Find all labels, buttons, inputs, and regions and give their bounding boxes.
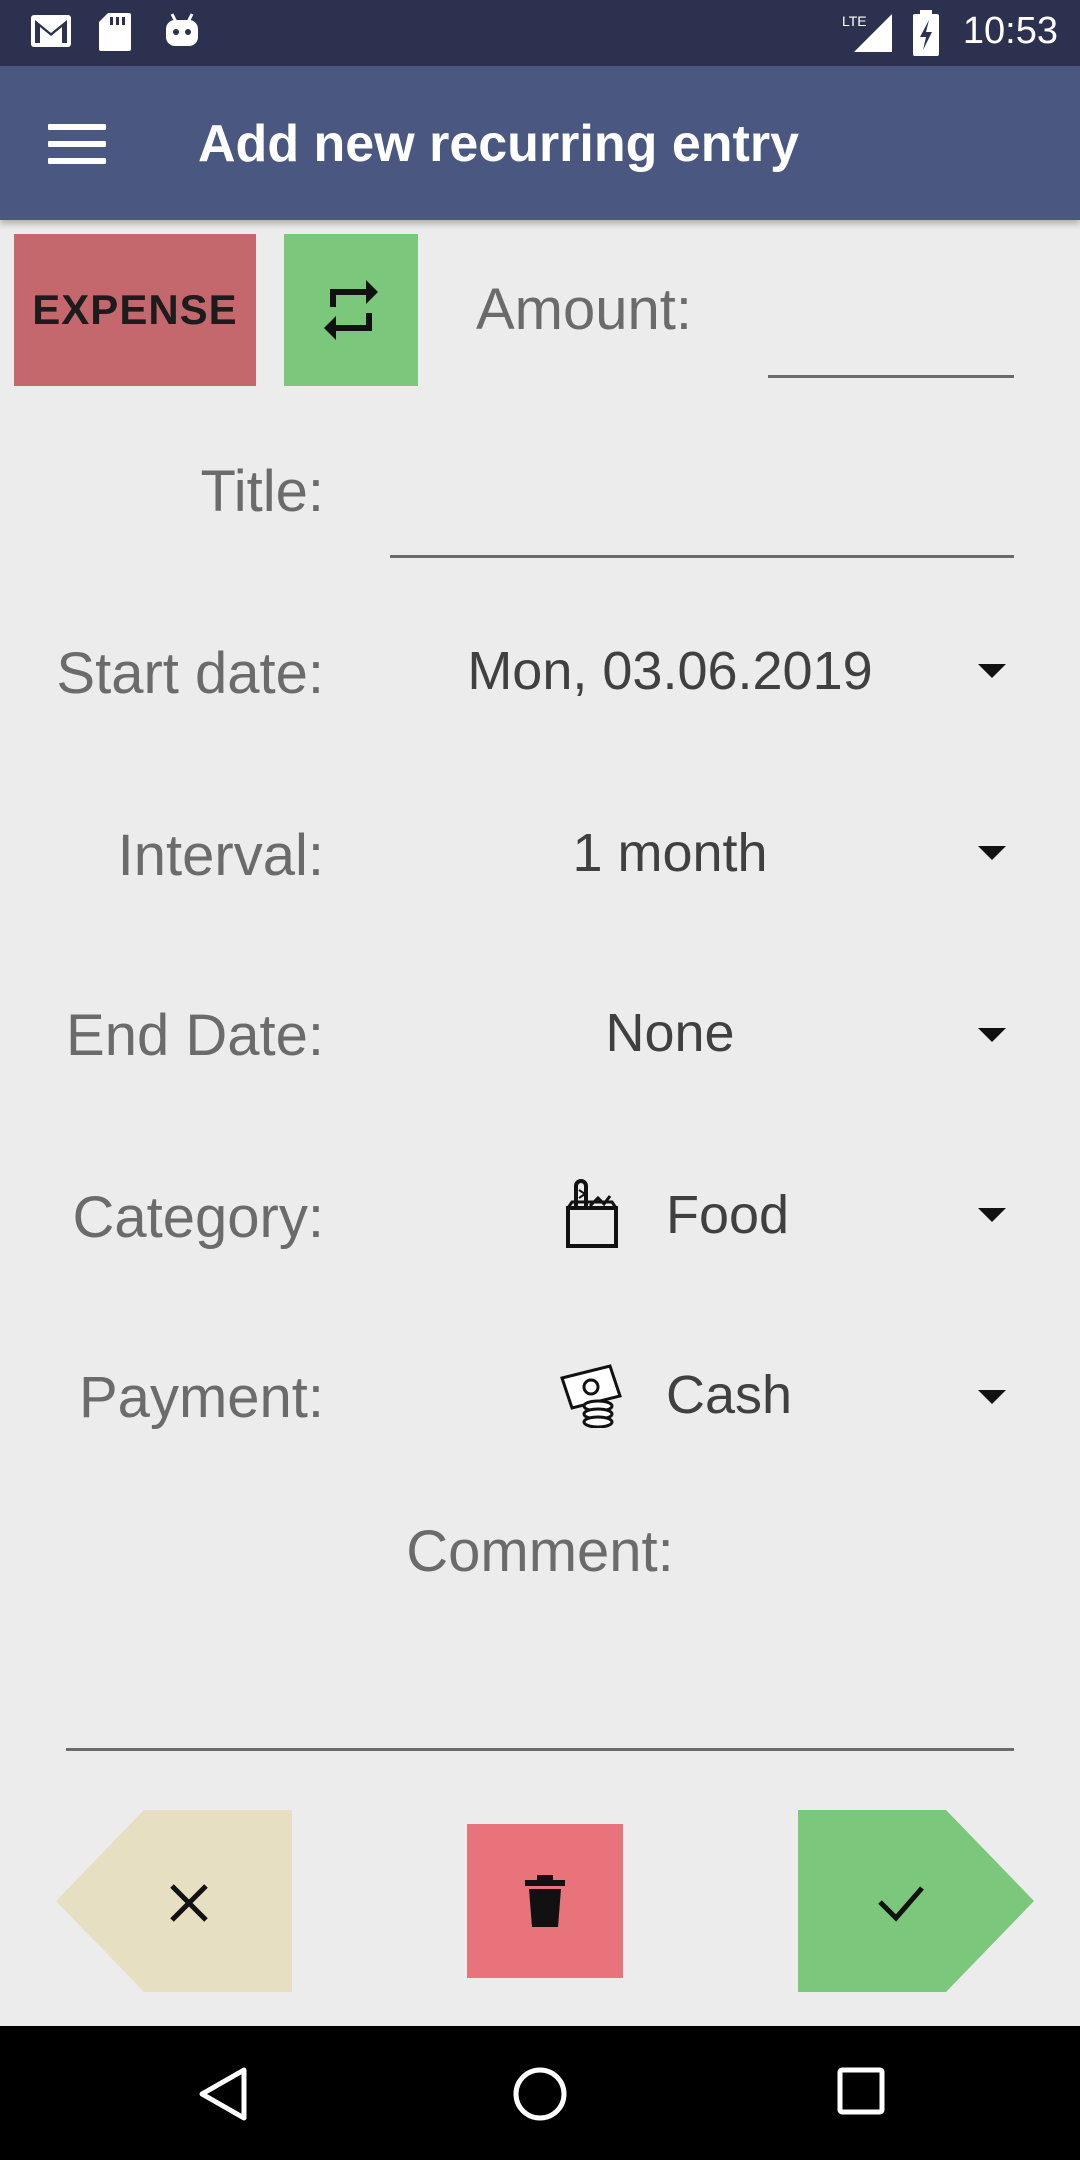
category-dropdown-icon[interactable] — [978, 1208, 1006, 1222]
expense-toggle-button[interactable]: EXPENSE — [14, 234, 256, 386]
category-label: Category: — [72, 1185, 324, 1250]
app-bar: Add new recurring entry — [0, 66, 1080, 220]
cash-icon — [560, 1364, 622, 1428]
end-date-dropdown-icon[interactable] — [978, 1028, 1006, 1042]
title-label: Title: — [200, 459, 324, 524]
category-value[interactable]: Food — [666, 1184, 789, 1246]
android-icon — [166, 13, 198, 46]
screen: LTE 10:53 Add new recurring entry EXPENS… — [0, 0, 1080, 2160]
hamburger-menu-icon[interactable] — [48, 124, 106, 164]
start-date-value[interactable]: Mon, 03.06.2019 — [390, 640, 950, 702]
status-bar: LTE 10:53 — [0, 0, 1080, 66]
title-underline — [390, 555, 1014, 558]
interval-value[interactable]: 1 month — [390, 822, 950, 884]
back-icon[interactable] — [196, 2066, 250, 2122]
interval-label: Interval: — [117, 823, 324, 888]
repeat-button[interactable] — [284, 234, 418, 386]
cancel-button[interactable] — [56, 1810, 292, 1992]
end-date-value[interactable]: None — [390, 1002, 950, 1064]
payment-value[interactable]: Cash — [666, 1364, 792, 1426]
trash-icon — [525, 1875, 565, 1927]
interval-dropdown-icon[interactable] — [978, 846, 1006, 860]
cancel-arrow-shape — [56, 1810, 292, 1992]
payment-label: Payment: — [79, 1365, 324, 1430]
recents-icon[interactable] — [836, 2066, 886, 2116]
start-date-dropdown-icon[interactable] — [978, 664, 1006, 678]
system-nav-bar — [0, 2026, 1080, 2160]
lte-signal-icon: LTE — [842, 13, 892, 52]
sd-card-icon — [99, 13, 131, 51]
comment-label: Comment: — [406, 1519, 674, 1584]
confirm-arrow-shape — [798, 1810, 1034, 1992]
home-icon[interactable] — [512, 2066, 568, 2122]
status-time: 10:53 — [962, 10, 1058, 52]
payment-dropdown-icon[interactable] — [978, 1390, 1006, 1404]
battery-charging-icon — [913, 10, 939, 56]
end-date-label: End Date: — [66, 1003, 324, 1068]
gmail-icon — [31, 15, 71, 47]
amount-underline — [768, 375, 1014, 378]
svg-text:LTE: LTE — [842, 13, 867, 29]
confirm-button[interactable] — [798, 1810, 1034, 1992]
comment-underline — [66, 1748, 1014, 1751]
page-title: Add new recurring entry — [198, 115, 799, 173]
repeat-icon — [324, 280, 378, 340]
delete-button[interactable] — [467, 1824, 623, 1978]
grocery-bag-icon — [566, 1179, 618, 1248]
start-date-label: Start date: — [56, 641, 324, 706]
amount-label: Amount: — [476, 277, 692, 342]
